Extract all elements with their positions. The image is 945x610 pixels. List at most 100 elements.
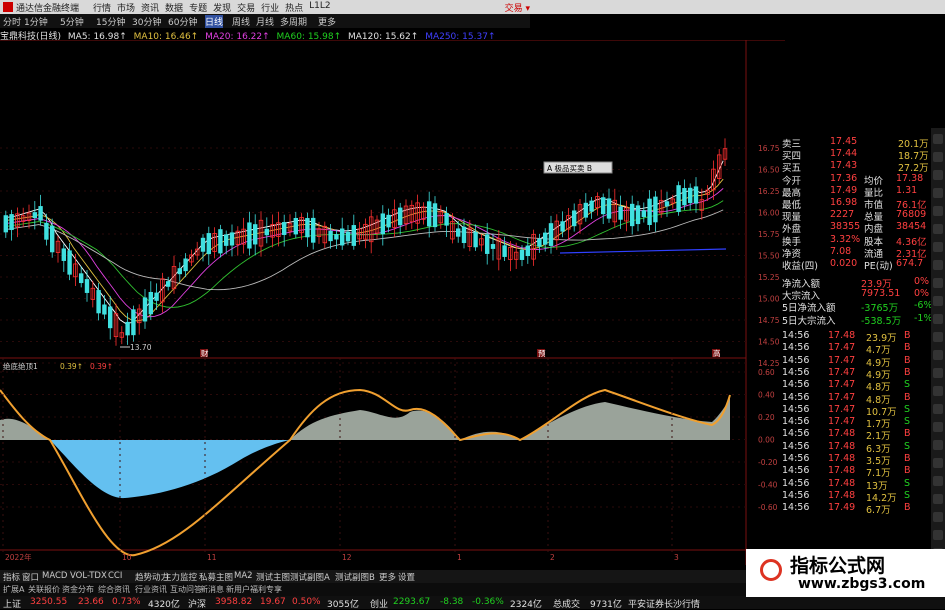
toolbar-icon[interactable] (933, 296, 943, 306)
menu-item[interactable]: 交易 (234, 1, 258, 14)
period-tab[interactable]: 15分钟 (96, 15, 125, 28)
tick-time: 14:56 (782, 403, 810, 415)
toolbar-icon[interactable] (933, 458, 943, 468)
tick-time: 14:56 (782, 453, 810, 464)
toolbar-icon[interactable] (933, 170, 943, 180)
tick-side: S (904, 477, 911, 489)
quote-row: 收益(四) 0.020 PE(动) 674.7 (746, 258, 931, 272)
toolbar-icon[interactable] (933, 476, 943, 486)
toolbar-icon[interactable] (933, 368, 943, 378)
menu-item[interactable]: 发现 (210, 1, 234, 14)
sz-index: 3958.82 (215, 597, 253, 607)
total-label: 总成交 (553, 600, 581, 610)
tick-price: 17.47 (828, 354, 856, 366)
kline-chart[interactable]: 16.7516.5016.2516.0015.7515.5015.2515.00… (0, 40, 785, 570)
period-tab-active[interactable]: 日线 (205, 15, 224, 28)
period-tab[interactable]: 多周期 (280, 15, 307, 28)
quote-row: 换手 3.32% 股本 4.36亿 (746, 234, 931, 248)
extension-tab[interactable]: 关联报价 (28, 584, 60, 595)
toolbar-icon[interactable] (933, 386, 943, 396)
toolbar-icon[interactable] (933, 404, 943, 414)
trade-menu-button[interactable]: 交易 ▾ (505, 1, 530, 14)
quote-label-2: PE(动) (864, 261, 893, 272)
tick-side: B (904, 342, 911, 354)
toolbar-icon[interactable] (933, 332, 943, 342)
tick-volume: 6.7万 (866, 505, 891, 517)
sh-label: 上证 (3, 600, 22, 610)
toolbar-icon[interactable] (933, 152, 943, 162)
toolbar-icon[interactable] (933, 206, 943, 216)
candle (519, 249, 525, 260)
indicator-tab[interactable]: 更多 (379, 571, 396, 583)
indicator-tab[interactable]: 设置 (398, 571, 415, 583)
period-tab[interactable]: 更多 (318, 15, 336, 28)
indicator-tab[interactable]: 测试主图 (256, 571, 290, 583)
extension-tab[interactable]: 综合资讯 (98, 584, 130, 595)
toolbar-icon[interactable] (933, 422, 943, 432)
period-tab[interactable]: 1分钟 (24, 15, 48, 28)
quote-row: 今开 17.36 均价 17.38 (746, 173, 931, 187)
candle (676, 185, 681, 212)
flow-value: 7973.51 (861, 288, 901, 300)
toolbar-icon[interactable] (933, 512, 943, 522)
extension-tab[interactable]: 新用户福利专享 (226, 584, 282, 595)
toolbar-icon[interactable] (933, 350, 943, 360)
tick-row: 14:56 17.48 13万 S (746, 477, 931, 492)
period-tab[interactable]: 月线 (256, 15, 274, 28)
candle (572, 210, 577, 227)
indicator-tab[interactable]: MACD (42, 571, 67, 581)
menu-item[interactable]: 行情 (90, 1, 114, 14)
candle (264, 228, 269, 236)
menu-item[interactable]: 专题 (186, 1, 210, 14)
toolbar-icon[interactable] (933, 242, 943, 252)
period-tab[interactable]: 分时 (3, 15, 21, 28)
indicator-tab[interactable]: VOL-TDX (70, 571, 107, 581)
menu-item[interactable]: 热点 (282, 1, 306, 14)
quote-value: 17.43 (830, 160, 858, 172)
quote-value: 2227 (830, 209, 855, 221)
extension-tab[interactable]: 行业资讯 (135, 584, 167, 595)
indicator-tab[interactable]: 测试副图B (335, 571, 375, 583)
menu-item[interactable]: 市场 (114, 1, 138, 14)
menu-item[interactable]: 资讯 (138, 1, 162, 14)
watermark: 指标公式网 www.zbgs3.com (746, 549, 945, 597)
menu-item[interactable]: 数据 (162, 1, 186, 14)
indicator-tab[interactable]: 私募主图 (199, 571, 233, 583)
indicator-tab[interactable]: 指标 (3, 571, 20, 583)
period-tab[interactable]: 30分钟 (132, 15, 161, 28)
period-tab[interactable]: 60分钟 (168, 15, 197, 28)
toolbar-icon[interactable] (933, 314, 943, 324)
tick-time: 14:56 (782, 502, 810, 514)
toolbar-icon[interactable] (933, 134, 943, 144)
indicator-name: 绝底绝顶1 (3, 361, 38, 371)
toolbar-icon[interactable] (933, 188, 943, 198)
indicator-tab[interactable]: CCI (108, 571, 122, 581)
toolbar-icon[interactable] (933, 224, 943, 234)
period-tab[interactable]: 周线 (232, 15, 250, 28)
tick-time: 14:56 (782, 354, 810, 366)
date-tick-label: 10 (122, 553, 132, 562)
extension-tab[interactable]: 新消息 (200, 584, 224, 595)
extension-tab[interactable]: 扩展A (3, 584, 24, 595)
period-tab[interactable]: 5分钟 (60, 15, 84, 28)
extension-tab[interactable]: 互动问答 (170, 584, 202, 595)
toolbar-icon[interactable] (933, 530, 943, 540)
candle (131, 309, 136, 336)
indicator-tab[interactable]: 窗口 (22, 571, 39, 583)
flow-percent: -1% (914, 312, 933, 324)
menu-item[interactable]: L1L2 (306, 1, 333, 14)
quote-row: 买四 17.44 18.7万 (746, 148, 931, 162)
candle (84, 279, 90, 293)
tick-time: 14:56 (782, 416, 810, 428)
toolbar-icon[interactable] (933, 440, 943, 450)
indicator-tab[interactable]: 主力监控 (163, 571, 197, 583)
toolbar-icon[interactable] (933, 260, 943, 270)
toolbar-icon[interactable] (933, 278, 943, 288)
extension-tab[interactable]: 资金分布 (62, 584, 94, 595)
indicator-tab[interactable]: 测试副图A (290, 571, 330, 583)
menu-item[interactable]: 行业 (258, 1, 282, 14)
toolbar-icon[interactable] (933, 494, 943, 504)
indicator-tab[interactable]: MA2 (234, 571, 253, 581)
quote-value: 17.45 (830, 136, 858, 147)
candle (102, 304, 107, 315)
